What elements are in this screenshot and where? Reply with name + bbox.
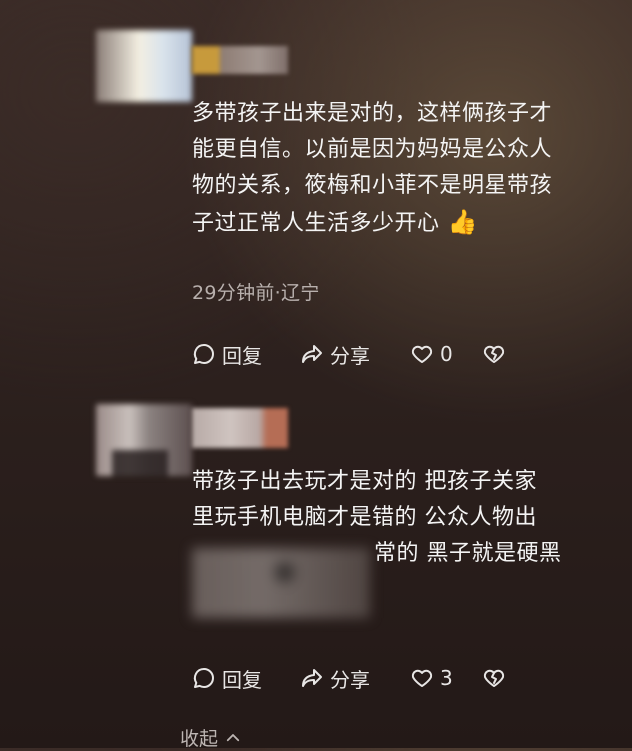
reply-button[interactable]: 回复 [192, 340, 300, 369]
username-blurred[interactable] [192, 46, 288, 74]
like-count: 3 [440, 666, 453, 690]
collapse-label: 收起 [180, 728, 219, 750]
avatar[interactable] [96, 30, 192, 102]
share-button[interactable]: 分享 [300, 664, 410, 693]
collapse-replies-button[interactable]: 收起 [180, 724, 242, 751]
comment-text-line: 子过正常人生活多少开心 👍 [192, 204, 602, 242]
comment-text-line: 能更自信。以前是因为妈妈是公众人 [192, 137, 553, 162]
comment-text-segment: 子过正常人生活多少开心 [192, 211, 440, 236]
share-arrow-icon [302, 345, 322, 363]
dislike-button[interactable] [482, 666, 522, 690]
like-button[interactable]: 0 [410, 342, 482, 366]
comment-text-line: 物的关系，筱梅和小菲不是明星带孩 [192, 173, 553, 198]
broken-heart-icon [483, 669, 505, 687]
comment-actions: 回复 分享 3 [192, 664, 522, 692]
comment-text-line: 带孩子出去玩才是对的 把孩子关家 [192, 469, 537, 494]
comment-meta: 29分钟前·辽宁 [192, 282, 320, 304]
share-arrow-icon [302, 669, 322, 687]
speech-bubble-icon [193, 667, 214, 688]
avatar[interactable] [96, 404, 192, 476]
reply-label: 回复 [222, 343, 262, 368]
share-button[interactable]: 分享 [300, 340, 410, 369]
share-label: 分享 [330, 667, 370, 692]
comment-text-segment: 常的 黑子就是硬黑 [374, 541, 562, 566]
like-count: 0 [440, 342, 453, 366]
like-button[interactable]: 3 [410, 666, 482, 690]
chevron-up-icon [226, 733, 240, 741]
share-label: 分享 [330, 343, 370, 368]
username-blurred[interactable] [192, 408, 288, 448]
speech-bubble-icon [193, 343, 214, 364]
comment-actions: 回复 分享 0 [192, 340, 522, 368]
reply-label: 回复 [222, 667, 262, 692]
reply-button[interactable]: 回复 [192, 664, 300, 693]
broken-heart-icon [483, 345, 505, 363]
thumbs-up-icon: 👍 [447, 208, 478, 236]
comment-text-line: 多带孩子出来是对的，这样俩孩子才 [192, 101, 553, 126]
heart-icon [411, 669, 433, 687]
comment-text: 多带孩子出来是对的，这样俩孩子才 能更自信。以前是因为妈妈是公众人 物的关系，筱… [192, 96, 602, 242]
heart-icon [411, 345, 433, 363]
redacted-text-blur [192, 548, 370, 618]
comment-text-line: 里玩手机电脑才是错的 公众人物出 [192, 505, 537, 530]
dislike-button[interactable] [482, 342, 522, 366]
